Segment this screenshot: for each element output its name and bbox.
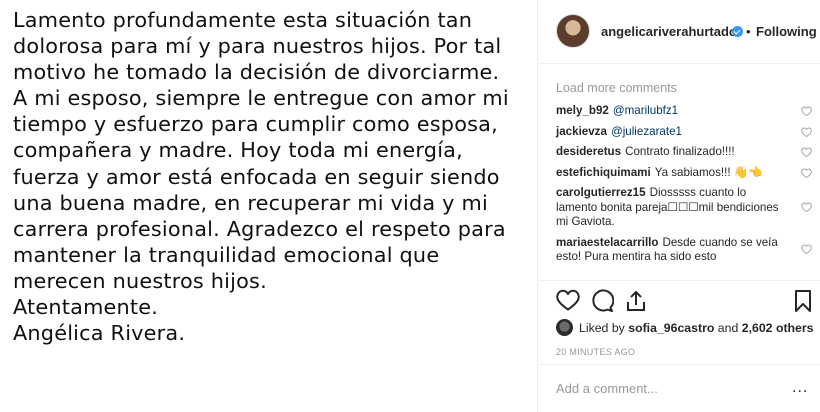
comment-like-heart-icon[interactable]	[801, 202, 812, 212]
add-comment-bar: ...	[538, 364, 820, 412]
add-comment-input[interactable]	[556, 381, 781, 396]
comment-username[interactable]: mely_b92	[556, 104, 609, 117]
share-icon[interactable]	[624, 289, 648, 313]
liker-avatar[interactable]	[556, 319, 573, 336]
statement-line: fuerza y amor está enfocada en seguir si…	[13, 164, 500, 189]
post-header: angelicariverahurtado • Following	[538, 0, 820, 64]
liked-by-text: Liked by sofia_96castro and 2,602 others	[579, 321, 814, 335]
post-actions-bar	[538, 280, 820, 316]
post-timestamp[interactable]: 20 MINUTES AGO	[556, 347, 635, 357]
username-link[interactable]: angelicariverahurtado	[601, 24, 737, 39]
comment-like-heart-icon[interactable]	[801, 243, 812, 254]
comment-item: estefichiquimami Ya sabiamos!!! 👋👈	[556, 166, 816, 181]
comment-item: mely_b92 @marilubfz1	[556, 104, 816, 119]
statement-line: Atentamente.	[13, 295, 159, 320]
comment-like-heart-icon[interactable]	[801, 147, 812, 157]
comment-item: desideretus Contrato finalizado!!!!	[556, 145, 816, 160]
statement-line: merecen nuestros hijos.	[13, 268, 267, 293]
heart-icon[interactable]	[556, 289, 580, 311]
comment-username[interactable]: carolgutierrez15	[556, 186, 646, 199]
more-options-icon[interactable]: ...	[792, 379, 808, 397]
comment-username[interactable]: estefichiquimami	[556, 166, 651, 179]
statement-text: Lamento profundamente esta situación tan…	[13, 7, 533, 346]
comment-like-heart-icon[interactable]	[801, 126, 812, 137]
comment-mention[interactable]: @juliezarate1	[611, 125, 682, 138]
statement-line: mantener la tranquilidad emocional que	[13, 242, 440, 267]
load-more-comments-link[interactable]: Load more comments	[556, 81, 677, 95]
comment-like-heart-icon[interactable]	[801, 167, 812, 178]
following-button[interactable]: Following	[756, 24, 817, 39]
statement-line: compañera y madre. Hoy toda mi energía,	[13, 138, 463, 163]
comment-text: Ya sabiamos!!! 👋👈	[654, 165, 763, 179]
comment-username[interactable]: desideretus	[556, 145, 621, 158]
liked-by-prefix: Liked by	[579, 321, 625, 335]
comment-username[interactable]: jackievza	[556, 125, 607, 138]
bookmark-icon[interactable]	[794, 289, 812, 313]
verified-badge-icon	[732, 26, 743, 37]
post-image: Lamento profundamente esta situación tan…	[0, 0, 536, 412]
avatar[interactable]	[556, 14, 590, 48]
statement-line: carrera profesional. Agradezco el respet…	[13, 216, 506, 241]
likes-count-link[interactable]: 2,602 others	[742, 321, 814, 335]
liker-username-link[interactable]: sofia_96castro	[628, 321, 714, 335]
liked-by-and: and	[717, 321, 739, 335]
comment-username[interactable]: mariaestelacarrillo	[556, 236, 658, 249]
comment-like-heart-icon[interactable]	[801, 106, 812, 116]
post-side-panel: angelicariverahurtado • Following Load m…	[537, 0, 820, 412]
statement-line: Angélica Rivera.	[13, 321, 186, 346]
statement-line: dolorosa para mí y para nuestros hijos. …	[13, 34, 502, 59]
comment-mention[interactable]: @marilubfz1	[613, 104, 678, 117]
comment-text: Contrato finalizado!!!!	[625, 145, 735, 158]
comment-text: @juliezarate1	[611, 125, 682, 138]
comment-item: carolgutierrez15 Diosssss cuanto lo lamen…	[556, 186, 816, 230]
comments-list: mely_b92 @marilubfz1 jackievza @juliezarat…	[556, 104, 816, 271]
separator-dot: •	[746, 24, 751, 39]
comment-text: @marilubfz1	[613, 104, 678, 117]
statement-line: tiempo y esfuerzo para cumplir como espo…	[13, 112, 498, 137]
liked-by-row: Liked by sofia_96castro and 2,602 others	[556, 319, 820, 337]
statement-line: Lamento profundamente esta situación tan	[13, 8, 473, 32]
statement-line: A mi esposo, siempre le entregue con amo…	[13, 86, 509, 111]
comment-item: jackievza @juliezarate1	[556, 125, 816, 140]
comment-bubble-icon[interactable]	[590, 289, 614, 313]
comment-item: mariaestelacarrillo Desde cuando se veía …	[556, 236, 816, 265]
statement-line: una buena madre, en recuperar mi vida y …	[13, 190, 488, 215]
statement-line: motivo he tomado la decisión de divorcia…	[13, 60, 500, 85]
